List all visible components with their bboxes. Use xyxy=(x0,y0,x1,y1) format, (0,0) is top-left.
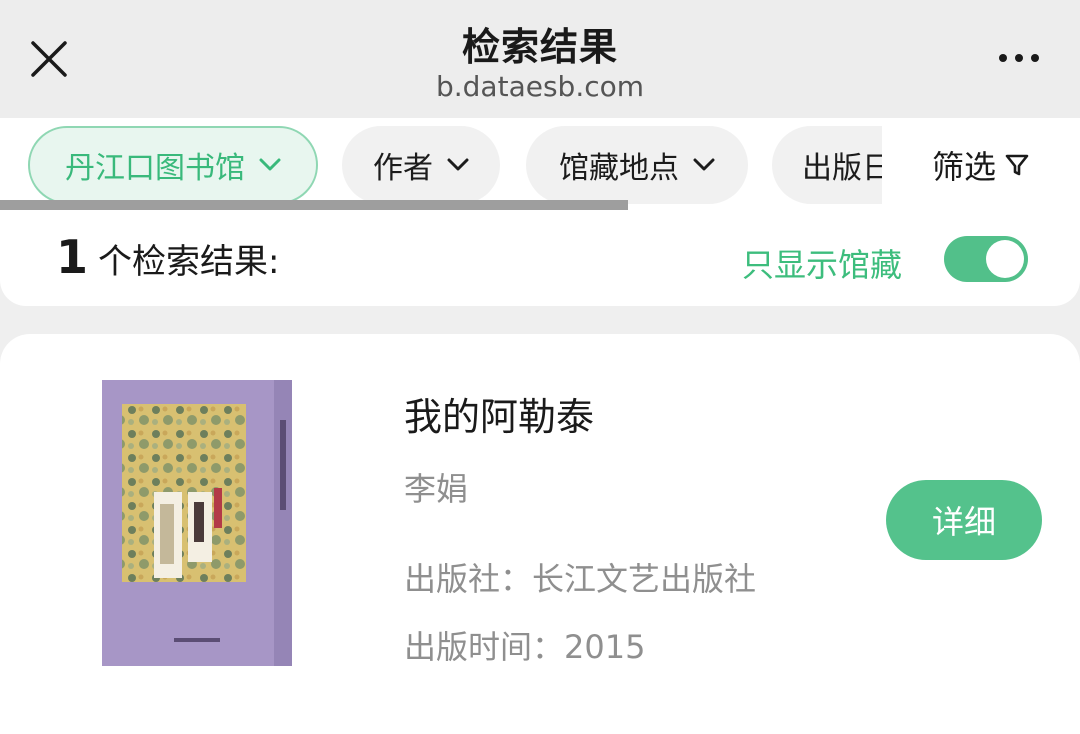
filter-chip-location[interactable]: 馆藏地点 xyxy=(526,126,748,204)
filter-chip-publish-date[interactable]: 出版日 xyxy=(772,126,882,204)
book-publisher: 出版社：长江文艺出版社 xyxy=(404,560,757,598)
page-title: 检索结果 xyxy=(461,25,618,69)
filter-button[interactable]: 筛选 xyxy=(882,118,1080,212)
only-holdings-label: 只显示馆藏 xyxy=(742,246,903,284)
more-horizontal-icon xyxy=(999,54,1007,62)
filter-bar: 丹江口图书馆 作者 馆藏地点 出版日 筛选 xyxy=(0,118,1080,212)
book-author: 李娟 xyxy=(404,470,469,508)
result-header: 1 个检索结果: 只显示馆藏 xyxy=(0,210,1080,306)
page-domain: b.dataesb.com xyxy=(435,70,645,103)
result-count-number: 1 xyxy=(56,230,89,284)
filter-chip-library[interactable]: 丹江口图书馆 xyxy=(28,126,318,204)
book-publish-date: 出版时间：2015 xyxy=(404,628,646,666)
result-count-label: 个检索结果: xyxy=(98,242,280,282)
filter-chip-label: 馆藏地点 xyxy=(559,151,679,186)
title-bar: 检索结果 b.dataesb.com xyxy=(0,0,1080,118)
result-count: 1 个检索结果: xyxy=(56,230,279,286)
funnel-icon xyxy=(1004,152,1030,178)
book-card[interactable]: 我的阿勒泰 李娟 出版社：长江文艺出版社 出版时间：2015 详细 xyxy=(0,334,1080,734)
filter-chip-label: 出版日 xyxy=(802,151,882,186)
filter-chip-author[interactable]: 作者 xyxy=(342,126,500,204)
chevron-down-icon xyxy=(693,158,715,172)
more-button[interactable] xyxy=(984,40,1054,76)
only-holdings-toggle[interactable] xyxy=(944,236,1028,282)
book-cover[interactable] xyxy=(102,380,292,666)
chevron-down-icon xyxy=(447,158,469,172)
detail-button[interactable]: 详细 xyxy=(886,480,1042,560)
chevron-down-icon xyxy=(259,158,281,172)
filter-chip-label: 作者 xyxy=(373,151,433,186)
book-title[interactable]: 我的阿勒泰 xyxy=(404,386,594,441)
toggle-knob xyxy=(986,240,1024,278)
filter-chip-label: 丹江口图书馆 xyxy=(65,151,245,186)
filter-chips: 丹江口图书馆 作者 馆藏地点 出版日 xyxy=(0,118,882,212)
filter-label: 筛选 xyxy=(931,148,996,186)
filter-scrollbar[interactable] xyxy=(0,200,628,210)
